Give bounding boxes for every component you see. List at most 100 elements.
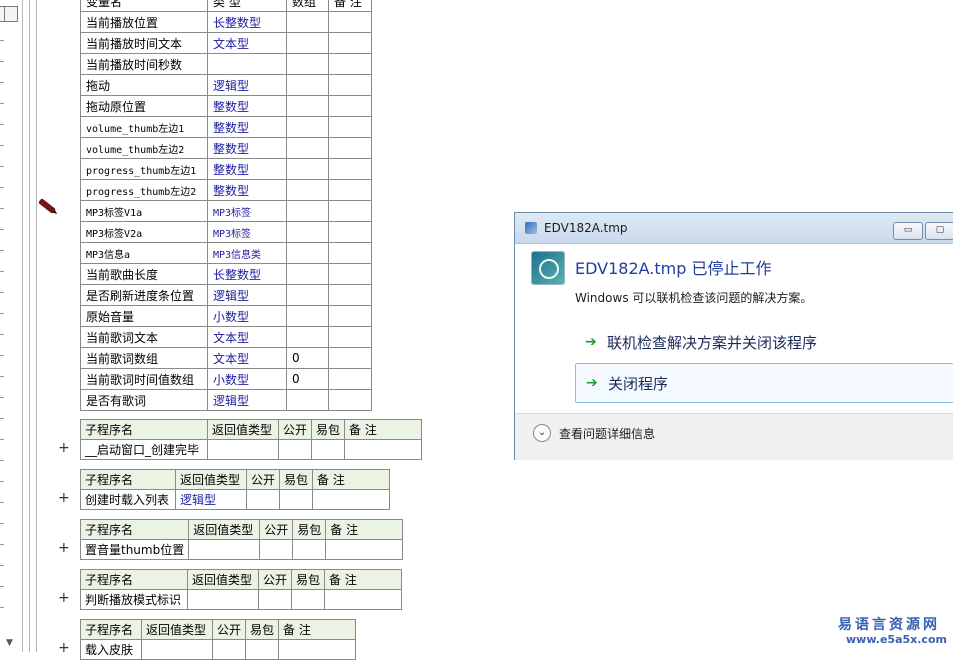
- chevron-down-icon[interactable]: ⌄: [533, 424, 551, 442]
- subprogram-note[interactable]: [312, 489, 391, 510]
- var-type[interactable]: 文本型: [207, 347, 287, 369]
- subprogram-note[interactable]: [325, 539, 404, 560]
- var-note[interactable]: [328, 221, 372, 243]
- var-name[interactable]: 是否有歌词: [80, 389, 208, 411]
- table-row[interactable]: 当前播放位置 长整数型: [80, 11, 372, 33]
- subprogram-note[interactable]: [278, 639, 357, 660]
- var-type[interactable]: MP3标签: [207, 221, 287, 243]
- var-name[interactable]: 拖动原位置: [80, 95, 208, 117]
- minimize-button[interactable]: ▭: [893, 222, 923, 240]
- subprogram-return-type[interactable]: 逻辑型: [175, 489, 247, 510]
- var-note[interactable]: [328, 53, 372, 75]
- gutter-tab[interactable]: [4, 6, 18, 22]
- var-array[interactable]: [286, 389, 329, 411]
- var-name[interactable]: MP3标签V1a: [80, 200, 208, 222]
- var-name[interactable]: progress_thumb左边1: [80, 158, 208, 180]
- var-type[interactable]: 整数型: [207, 158, 287, 180]
- subprogram-easy-package[interactable]: [279, 489, 314, 510]
- var-note[interactable]: [328, 263, 372, 285]
- var-name[interactable]: 当前歌词时间值数组: [80, 368, 208, 390]
- var-note[interactable]: [328, 158, 372, 180]
- var-note[interactable]: [328, 368, 372, 390]
- subprogram-name[interactable]: 载入皮肤: [80, 639, 142, 660]
- table-row[interactable]: 当前播放时间文本 文本型: [80, 32, 372, 54]
- var-array[interactable]: [286, 11, 329, 33]
- subprogram-public[interactable]: [245, 489, 281, 510]
- table-row[interactable]: 是否有歌词 逻辑型: [80, 389, 372, 411]
- var-note[interactable]: [328, 284, 372, 306]
- view-details-link[interactable]: 查看问题详细信息: [559, 425, 655, 442]
- var-array[interactable]: [286, 242, 329, 264]
- var-array[interactable]: [286, 326, 329, 348]
- var-note[interactable]: [328, 326, 372, 348]
- var-name[interactable]: MP3信息a: [80, 242, 208, 264]
- table-row[interactable]: 当前播放时间秒数: [80, 53, 372, 75]
- var-note[interactable]: [328, 200, 372, 222]
- var-array[interactable]: [286, 158, 329, 180]
- expand-icon[interactable]: +: [58, 540, 70, 556]
- var-name[interactable]: 当前歌词数组: [80, 347, 208, 369]
- maximize-button[interactable]: ▢: [925, 222, 953, 240]
- table-row[interactable]: 拖动 逻辑型: [80, 74, 372, 96]
- var-note[interactable]: [328, 137, 372, 159]
- var-array[interactable]: [286, 32, 329, 54]
- expand-icon[interactable]: +: [58, 440, 70, 456]
- var-type[interactable]: 文本型: [207, 326, 287, 348]
- var-array[interactable]: [286, 137, 329, 159]
- var-note[interactable]: [328, 32, 372, 54]
- var-type[interactable]: 小数型: [207, 368, 287, 390]
- table-row[interactable]: 当前歌词时间值数组 小数型 0: [80, 368, 372, 390]
- scroll-down-arrow-icon[interactable]: ▼: [6, 638, 13, 648]
- close-program-button[interactable]: ➔ 关闭程序: [575, 363, 953, 403]
- table-row[interactable]: volume_thumb左边1 整数型: [80, 116, 372, 138]
- table-row[interactable]: 当前歌词数组 文本型 0: [80, 347, 372, 369]
- var-name[interactable]: 当前播放时间秒数: [80, 53, 208, 75]
- var-name[interactable]: volume_thumb左边1: [80, 116, 208, 138]
- var-type[interactable]: 整数型: [207, 179, 287, 201]
- subprogram-return-type[interactable]: [187, 589, 259, 610]
- subprogram-name[interactable]: 置音量thumb位置: [79, 539, 190, 560]
- var-note[interactable]: [328, 305, 372, 327]
- subprogram-return-type[interactable]: [188, 539, 261, 560]
- var-type[interactable]: 长整数型: [207, 263, 287, 285]
- table-row[interactable]: MP3标签V2a MP3标签: [80, 221, 372, 243]
- subprogram-note[interactable]: [324, 589, 403, 610]
- subprogram-easy-package[interactable]: [245, 639, 280, 660]
- var-type[interactable]: 逻辑型: [207, 74, 287, 96]
- table-row[interactable]: 判断播放模式标识: [80, 589, 403, 610]
- subprogram-note[interactable]: [344, 439, 423, 460]
- table-row[interactable]: progress_thumb左边2 整数型: [80, 179, 372, 201]
- dialog-titlebar[interactable]: EDV182A.tmp ▭ ▢: [515, 213, 953, 244]
- var-note[interactable]: [328, 179, 372, 201]
- table-row[interactable]: 原始音量 小数型: [80, 305, 372, 327]
- var-type[interactable]: MP3标签: [207, 200, 287, 222]
- var-note[interactable]: [328, 116, 372, 138]
- var-array[interactable]: 0: [286, 347, 329, 369]
- table-row[interactable]: 拖动原位置 整数型: [80, 95, 372, 117]
- var-type[interactable]: 文本型: [207, 32, 287, 54]
- var-name[interactable]: progress_thumb左边2: [80, 179, 208, 201]
- var-name[interactable]: 原始音量: [80, 305, 208, 327]
- table-row[interactable]: MP3信息a MP3信息类: [80, 242, 372, 264]
- table-row[interactable]: 当前歌曲长度 长整数型: [80, 263, 372, 285]
- table-row[interactable]: 创建时载入列表 逻辑型: [80, 489, 391, 510]
- subprogram-name[interactable]: 判断播放模式标识: [80, 589, 188, 610]
- table-row[interactable]: __启动窗口_创建完毕: [80, 439, 423, 460]
- var-note[interactable]: [328, 11, 372, 33]
- subprogram-public[interactable]: [257, 589, 293, 610]
- var-note[interactable]: [328, 242, 372, 264]
- var-note[interactable]: [328, 74, 372, 96]
- table-row[interactable]: 是否刷新进度条位置 逻辑型: [80, 284, 372, 306]
- table-row[interactable]: 置音量thumb位置: [79, 539, 404, 560]
- var-array[interactable]: [286, 263, 329, 285]
- var-array[interactable]: 0: [286, 368, 329, 390]
- var-array[interactable]: [286, 116, 329, 138]
- table-row[interactable]: volume_thumb左边2 整数型: [80, 137, 372, 159]
- subprogram-return-type[interactable]: [207, 439, 279, 460]
- subprogram-public[interactable]: [259, 539, 294, 560]
- var-type[interactable]: [207, 53, 287, 75]
- var-type[interactable]: 小数型: [207, 305, 287, 327]
- var-type[interactable]: 整数型: [207, 95, 287, 117]
- var-name[interactable]: MP3标签V2a: [80, 221, 208, 243]
- var-array[interactable]: [286, 200, 329, 222]
